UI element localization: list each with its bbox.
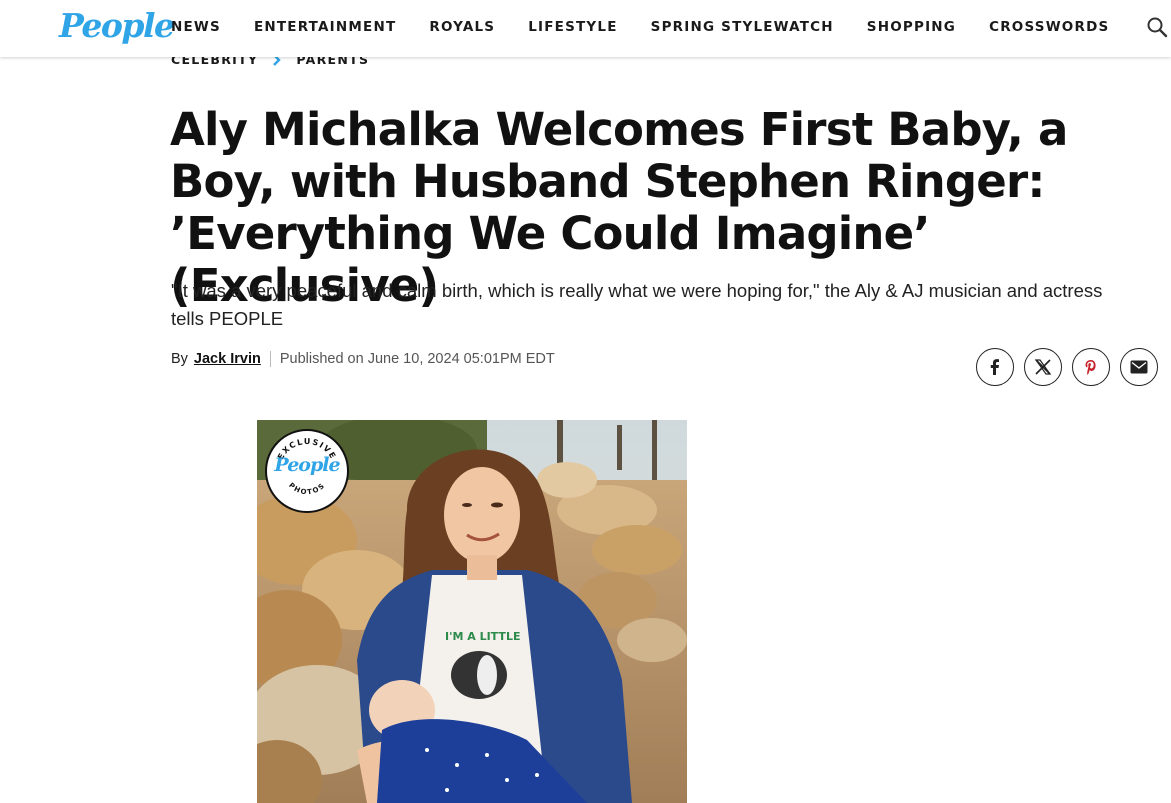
author-link[interactable]: Jack Irvin — [194, 351, 261, 367]
x-icon — [1034, 359, 1052, 375]
people-logo[interactable]: People — [59, 6, 175, 45]
byline-divider — [269, 351, 271, 367]
byline: By Jack Irvin Published on June 10, 2024… — [171, 351, 555, 367]
nav-item-crosswords[interactable]: CROSSWORDS — [989, 19, 1109, 35]
share-bar — [976, 348, 1168, 386]
svg-text:I'M A LITTLE: I'M A LITTLE — [445, 630, 520, 643]
email-icon — [1130, 360, 1148, 374]
share-pinterest-button[interactable] — [1072, 348, 1110, 386]
article-dek: "It was a very peaceful and calm birth, … — [171, 280, 1103, 329]
site-header: People NEWS ENTERTAINMENT ROYALS LIFESTY… — [0, 0, 1171, 57]
nav-item-lifestyle[interactable]: LIFESTYLE — [528, 19, 617, 35]
nav-item-shopping[interactable]: SHOPPING — [867, 19, 956, 35]
hero-photo: I'M A LITTLE EXCLUSIVE PHOTOS People — [257, 420, 687, 803]
search-icon[interactable] — [1146, 16, 1168, 38]
published-date: Published on June 10, 2024 05:01PM EDT — [279, 351, 555, 367]
pinterest-icon — [1085, 360, 1096, 375]
facebook-icon — [990, 359, 999, 375]
share-x-button[interactable] — [1024, 348, 1062, 386]
byline-prefix: By — [171, 351, 188, 367]
nav-item-entertainment[interactable]: ENTERTAINMENT — [254, 19, 396, 35]
nav-item-news[interactable]: NEWS — [171, 19, 221, 35]
main-nav: NEWS ENTERTAINMENT ROYALS LIFESTYLE SPRI… — [171, 19, 1142, 35]
share-facebook-button[interactable] — [976, 348, 1014, 386]
nav-item-spring-stylewatch[interactable]: SPRING STYLEWATCH — [651, 19, 834, 35]
exclusive-photos-badge: EXCLUSIVE PHOTOS People — [265, 429, 349, 513]
badge-people-logo: People — [274, 454, 340, 476]
share-email-button[interactable] — [1120, 348, 1158, 386]
badge-bottom-text: PHOTOS — [287, 481, 325, 496]
nav-item-royals[interactable]: ROYALS — [429, 19, 495, 35]
svg-text:PHOTOS: PHOTOS — [287, 481, 327, 496]
